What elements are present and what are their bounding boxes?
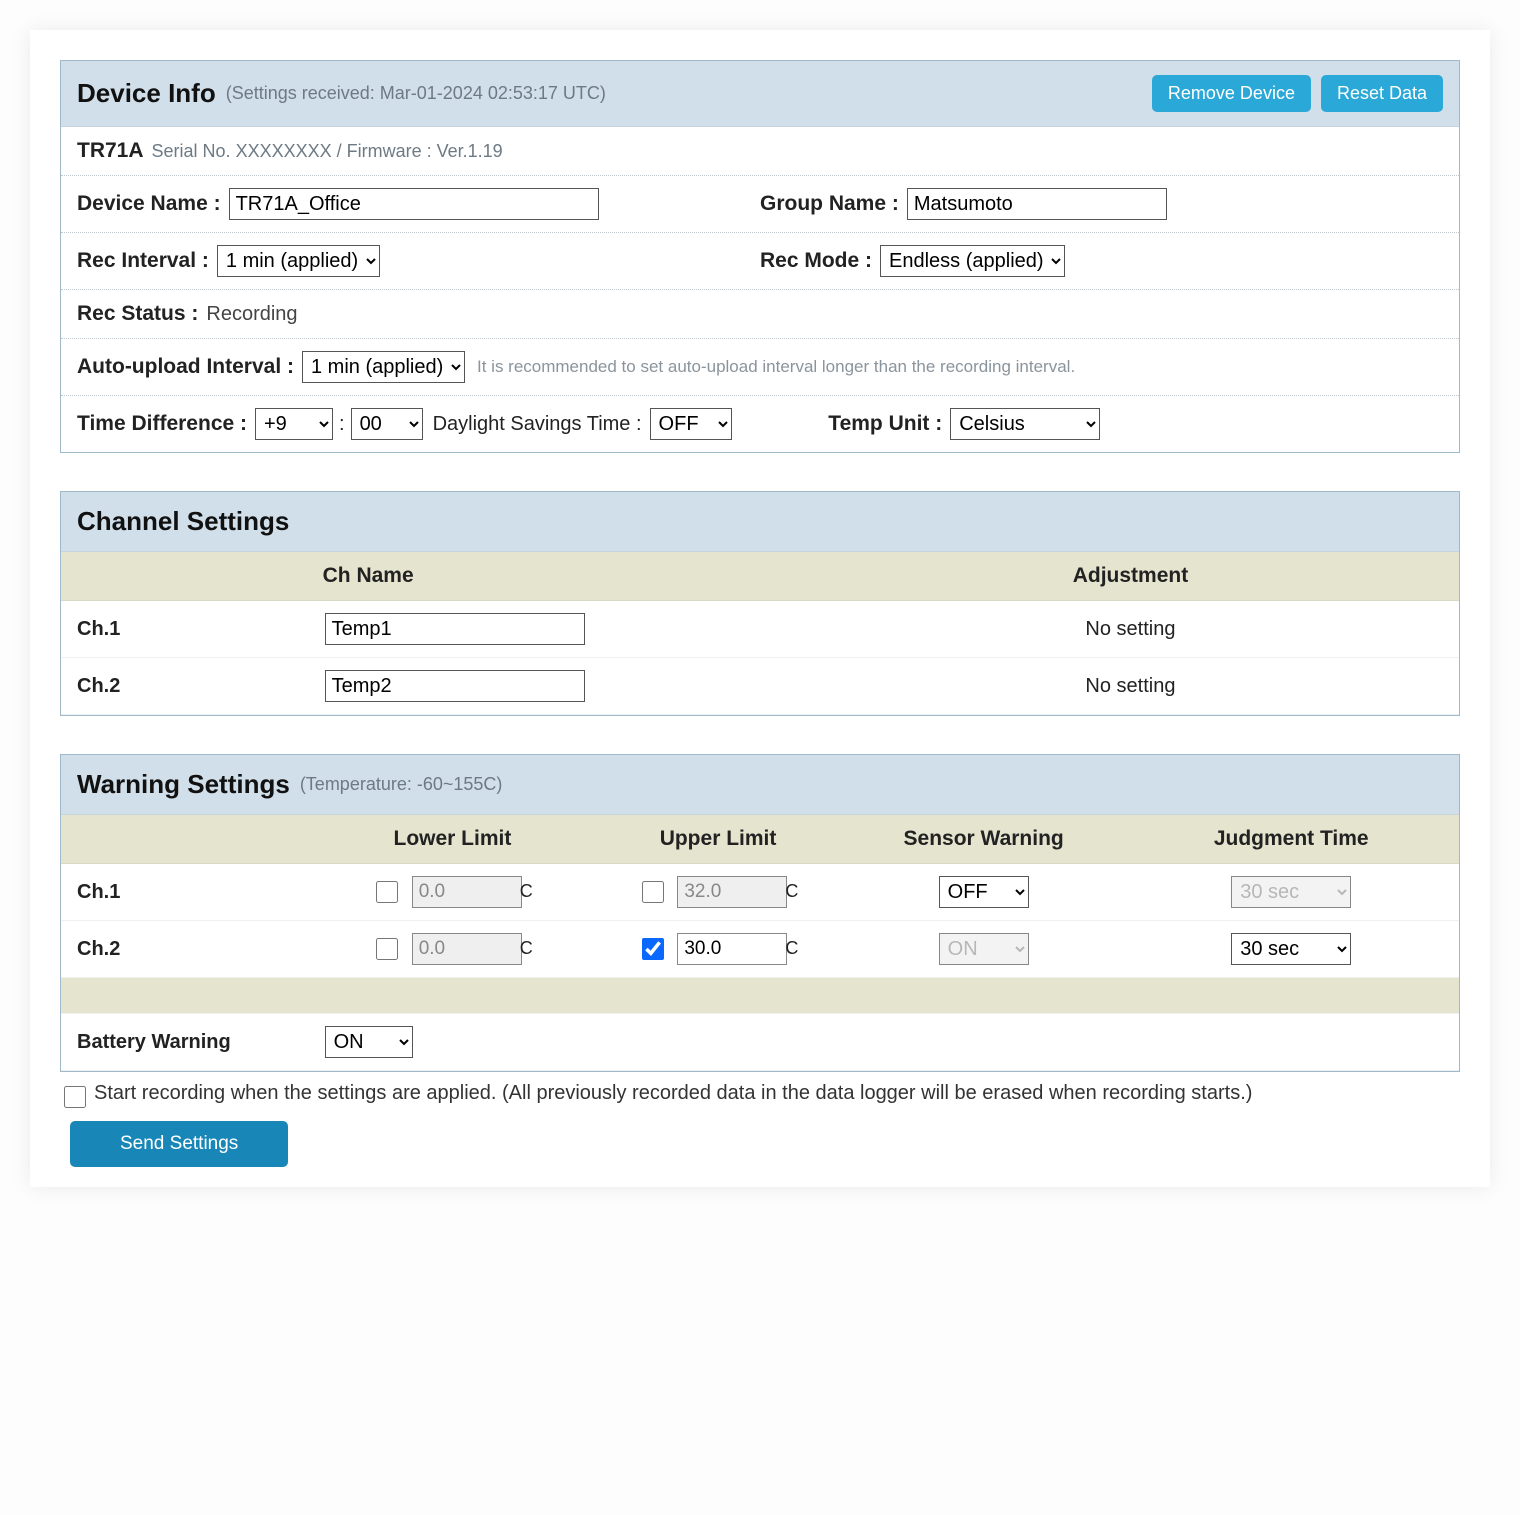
ch2-label: Ch.2 xyxy=(61,658,313,715)
warning-settings-title: Warning Settings xyxy=(77,769,290,800)
warning-settings-header: Warning Settings (Temperature: -60~155C) xyxy=(61,755,1459,815)
channel-row-1: Ch.1 No setting xyxy=(61,601,1459,658)
battery-warning-label: Battery Warning xyxy=(61,1014,313,1071)
warning-row-1: Ch.1 C C OFF xyxy=(61,864,1459,921)
w-ch1-upper-input[interactable] xyxy=(677,876,787,908)
w-ch2-sensor-select[interactable]: ON xyxy=(939,933,1029,965)
rec-status-label: Rec Status : xyxy=(77,302,198,326)
col-sensor-warning: Sensor Warning xyxy=(844,815,1124,864)
device-name-input[interactable] xyxy=(229,188,599,220)
w-ch1-sensor-select[interactable]: OFF xyxy=(939,876,1029,908)
unit-c: C xyxy=(785,938,798,958)
auto-upload-select[interactable]: 1 min (applied) xyxy=(302,351,465,383)
dst-select[interactable]: OFF xyxy=(650,408,732,440)
auto-upload-label: Auto-upload Interval : xyxy=(77,355,294,379)
warning-row-2: Ch.2 C C ON xyxy=(61,921,1459,978)
w-ch1-lower-check[interactable] xyxy=(376,881,398,903)
warning-settings-panel: Warning Settings (Temperature: -60~155C)… xyxy=(60,754,1460,1072)
reset-data-button[interactable]: Reset Data xyxy=(1321,75,1443,112)
ch2-adjustment: No setting xyxy=(802,658,1459,715)
w-ch1-label: Ch.1 xyxy=(61,864,313,921)
time-diff-colon: : xyxy=(339,413,345,436)
w-ch2-lower-check[interactable] xyxy=(376,938,398,960)
battery-warning-row: Battery Warning ON xyxy=(61,1014,1459,1071)
rec-interval-select[interactable]: 1 min (applied) xyxy=(217,245,380,277)
ch1-label: Ch.1 xyxy=(61,601,313,658)
rec-mode-select[interactable]: Endless (applied) xyxy=(880,245,1065,277)
w-ch1-upper-check[interactable] xyxy=(642,881,664,903)
channel-settings-title: Channel Settings xyxy=(77,506,289,537)
col-lower-limit: Lower Limit xyxy=(313,815,593,864)
device-name-row: Device Name : Group Name : xyxy=(61,176,1459,233)
unit-c: C xyxy=(520,881,533,901)
temp-unit-select[interactable]: Celsius xyxy=(950,408,1100,440)
time-row: Time Difference : +9 : 00 Daylight Savin… xyxy=(61,396,1459,452)
w-ch2-upper-input[interactable] xyxy=(677,933,787,965)
warning-settings-subtitle: (Temperature: -60~155C) xyxy=(300,774,503,795)
col-ch-name: Ch Name xyxy=(313,552,802,601)
rec-status-row: Rec Status : Recording xyxy=(61,290,1459,339)
send-settings-button[interactable]: Send Settings xyxy=(70,1121,288,1167)
temp-unit-label: Temp Unit : xyxy=(828,412,942,436)
channel-row-2: Ch.2 No setting xyxy=(61,658,1459,715)
time-diff-min-select[interactable]: 00 xyxy=(351,408,423,440)
w-ch1-lower-input[interactable] xyxy=(412,876,522,908)
device-model: TR71A xyxy=(77,139,144,163)
device-info-header: Device Info (Settings received: Mar-01-2… xyxy=(61,61,1459,127)
col-judgment-time: Judgment Time xyxy=(1123,815,1459,864)
rec-interval-label: Rec Interval : xyxy=(77,249,209,273)
w-ch1-judgment-select[interactable]: 30 sec xyxy=(1231,876,1351,908)
col-adjustment: Adjustment xyxy=(802,552,1459,601)
channel-settings-panel: Channel Settings Ch Name Adjustment Ch.1… xyxy=(60,491,1460,716)
w-ch2-lower-input[interactable] xyxy=(412,933,522,965)
time-diff-label: Time Difference : xyxy=(77,412,247,436)
ch1-adjustment: No setting xyxy=(802,601,1459,658)
auto-upload-row: Auto-upload Interval : 1 min (applied) I… xyxy=(61,339,1459,396)
time-diff-hour-select[interactable]: +9 xyxy=(255,408,333,440)
device-info-title: Device Info xyxy=(77,78,216,109)
unit-c: C xyxy=(785,881,798,901)
device-info-subtitle: (Settings received: Mar-01-2024 02:53:17… xyxy=(226,83,606,104)
start-recording-check[interactable] xyxy=(64,1086,86,1108)
channel-settings-header: Channel Settings xyxy=(61,492,1459,552)
start-recording-row: Start recording when the settings are ap… xyxy=(60,1082,1460,1111)
unit-c: C xyxy=(520,938,533,958)
group-name-input[interactable] xyxy=(907,188,1167,220)
settings-page: Device Info (Settings received: Mar-01-2… xyxy=(30,30,1490,1187)
dst-label: Daylight Savings Time : xyxy=(433,413,642,436)
remove-device-button[interactable]: Remove Device xyxy=(1152,75,1311,112)
w-ch2-label: Ch.2 xyxy=(61,921,313,978)
ch2-name-input[interactable] xyxy=(325,670,585,702)
warning-settings-table: Lower Limit Upper Limit Sensor Warning J… xyxy=(61,815,1459,1071)
device-serial-firmware: Serial No. XXXXXXXX / Firmware : Ver.1.1… xyxy=(152,141,503,162)
device-model-row: TR71A Serial No. XXXXXXXX / Firmware : V… xyxy=(61,127,1459,176)
channel-settings-table: Ch Name Adjustment Ch.1 No setting Ch.2 … xyxy=(61,552,1459,715)
ch1-name-input[interactable] xyxy=(325,613,585,645)
battery-warning-select[interactable]: ON xyxy=(325,1026,413,1058)
rec-interval-row: Rec Interval : 1 min (applied) Rec Mode … xyxy=(61,233,1459,290)
auto-upload-hint: It is recommended to set auto-upload int… xyxy=(477,357,1075,377)
device-name-label: Device Name : xyxy=(77,192,221,216)
rec-status-value: Recording xyxy=(206,303,297,326)
rec-mode-label: Rec Mode : xyxy=(760,249,872,273)
w-ch2-upper-check[interactable] xyxy=(642,938,664,960)
group-name-label: Group Name : xyxy=(760,192,899,216)
start-recording-text: Start recording when the settings are ap… xyxy=(94,1082,1252,1105)
device-info-panel: Device Info (Settings received: Mar-01-2… xyxy=(60,60,1460,453)
col-upper-limit: Upper Limit xyxy=(592,815,844,864)
w-ch2-judgment-select[interactable]: 30 sec xyxy=(1231,933,1351,965)
